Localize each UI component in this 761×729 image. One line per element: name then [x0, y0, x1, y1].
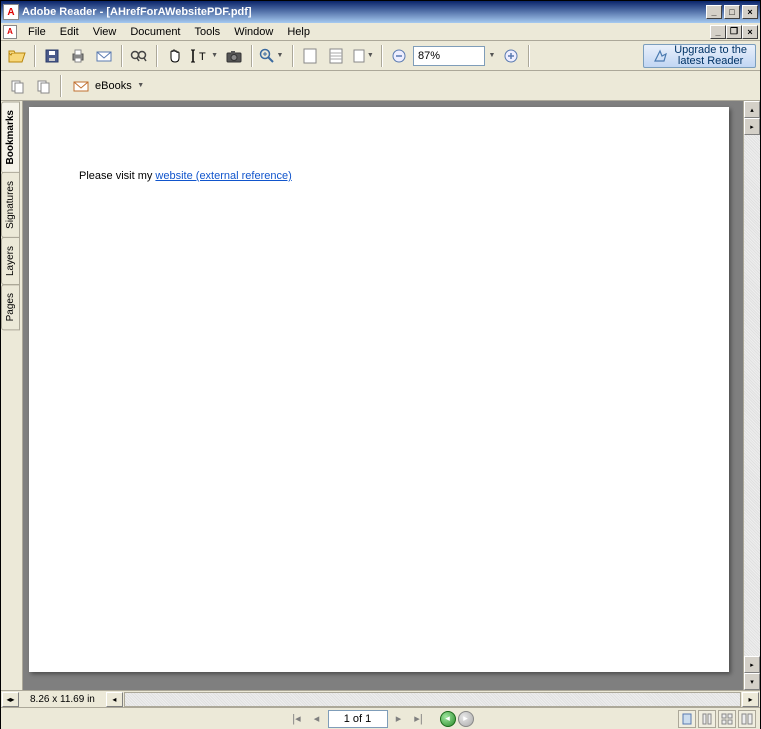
document-background[interactable]: Please visit my website (external refere… — [23, 101, 743, 690]
last-page-button[interactable]: ▸| — [410, 710, 428, 728]
open-button[interactable] — [5, 44, 29, 68]
window-titlebar: A Adobe Reader - [AHrefForAWebsitePDF.pd… — [1, 1, 760, 23]
scroll-pagedown-button[interactable]: ▸ — [744, 656, 760, 673]
email-button[interactable] — [92, 44, 116, 68]
window-controls: _ □ × — [706, 5, 758, 19]
navigation-panel-tabs: Bookmarks Signatures Layers Pages — [1, 101, 23, 690]
mdi-minimize-button[interactable]: _ — [710, 25, 726, 39]
zoom-input[interactable] — [413, 46, 485, 66]
menu-bar: A File Edit View Document Tools Window H… — [1, 23, 760, 41]
search-button[interactable] — [127, 44, 151, 68]
upgrade-text-2: latest Reader — [674, 56, 747, 67]
hand-tool-button[interactable] — [162, 44, 186, 68]
snapshot-tool-button[interactable] — [222, 44, 246, 68]
previous-view-button[interactable]: ◂ — [440, 711, 456, 727]
svg-text:T: T — [199, 51, 206, 63]
minimize-button[interactable]: _ — [706, 5, 722, 19]
menu-help[interactable]: Help — [280, 24, 317, 40]
page-number-input[interactable] — [328, 710, 388, 728]
ebooks-label: eBooks — [95, 80, 132, 92]
page-hyperlink[interactable]: website (external reference) — [155, 170, 291, 182]
zoom-out-button[interactable] — [387, 44, 411, 68]
facing-view-button[interactable] — [718, 710, 736, 728]
tab-bookmarks[interactable]: Bookmarks — [1, 101, 20, 173]
main-area: Bookmarks Signatures Layers Pages Please… — [1, 101, 760, 690]
page-layout-buttons — [678, 710, 756, 728]
document-pane: Please visit my website (external refere… — [23, 101, 760, 690]
save-button[interactable] — [40, 44, 64, 68]
zoom-in-circle-button[interactable] — [499, 44, 523, 68]
continuous-facing-view-button[interactable] — [738, 710, 756, 728]
ebooks-icon — [73, 79, 91, 93]
mdi-restore-button[interactable]: ❐ — [726, 25, 742, 39]
upgrade-text-1: Upgrade to the — [674, 45, 747, 56]
maximize-button[interactable]: □ — [724, 5, 740, 19]
continuous-view-button[interactable] — [698, 710, 716, 728]
tab-layers[interactable]: Layers — [1, 237, 20, 285]
navigation-bar: |◂ ◂ ▸ ▸| ◂ ▸ — [1, 707, 760, 729]
menu-tools[interactable]: Tools — [188, 24, 228, 40]
hscroll-right-arrow[interactable]: ▸ — [742, 692, 759, 707]
close-button[interactable]: × — [742, 5, 758, 19]
select-text-tool-button[interactable]: T ▼ — [188, 44, 220, 68]
clipboard-button-2[interactable] — [31, 74, 55, 98]
fit-width-button[interactable] — [324, 44, 348, 68]
tab-signatures[interactable]: Signatures — [1, 172, 20, 238]
status-bar: ◂▸ 8.26 x 11.69 in ◂ ▸ — [1, 690, 760, 707]
ebooks-button[interactable]: eBooks ▼ — [66, 75, 153, 97]
scroll-track[interactable] — [744, 135, 760, 656]
scroll-pageup-button[interactable]: ▸ — [744, 118, 760, 135]
page-content: Please visit my website (external refere… — [79, 167, 679, 182]
secondary-toolbar: eBooks ▼ — [1, 71, 760, 101]
zoom-in-button[interactable]: ▼ — [257, 44, 287, 68]
upgrade-icon — [652, 48, 668, 64]
zoom-dropdown[interactable]: ▼ — [487, 52, 497, 59]
menu-edit[interactable]: Edit — [53, 24, 86, 40]
first-page-button[interactable]: |◂ — [288, 710, 306, 728]
menu-file[interactable]: File — [21, 24, 53, 40]
horizontal-scroll-track[interactable] — [124, 692, 741, 707]
pdf-page: Please visit my website (external refere… — [29, 107, 729, 672]
scroll-down-button[interactable]: ▾ — [744, 673, 760, 690]
menu-window[interactable]: Window — [227, 24, 280, 40]
menu-view[interactable]: View — [86, 24, 124, 40]
mdi-close-button[interactable]: × — [742, 25, 758, 39]
print-button[interactable] — [66, 44, 90, 68]
vertical-scrollbar[interactable]: ▴ ▸ ▸ ▾ — [743, 101, 760, 690]
hscroll-left-arrow[interactable]: ◂ — [106, 692, 123, 707]
document-icon: A — [3, 25, 17, 39]
single-page-view-button[interactable] — [678, 710, 696, 728]
app-icon: A — [3, 4, 19, 20]
window-title: Adobe Reader - [AHrefForAWebsitePDF.pdf] — [22, 6, 706, 18]
main-toolbar: T ▼ ▼ ▼ ▼ Upgrade to thelatest Reader — [1, 41, 760, 71]
previous-page-button[interactable]: ◂ — [308, 710, 326, 728]
scroll-up-button[interactable]: ▴ — [744, 101, 760, 118]
hscroll-left-button[interactable]: ◂▸ — [2, 692, 19, 707]
upgrade-button[interactable]: Upgrade to thelatest Reader — [643, 44, 756, 68]
page-text-prefix: Please visit my — [79, 170, 155, 182]
rotate-view-button[interactable]: ▼ — [350, 44, 376, 68]
next-view-button[interactable]: ▸ — [458, 711, 474, 727]
tab-pages[interactable]: Pages — [1, 284, 20, 330]
page-dimensions: 8.26 x 11.69 in — [20, 694, 105, 705]
menu-document[interactable]: Document — [123, 24, 187, 40]
next-page-button[interactable]: ▸ — [390, 710, 408, 728]
fit-page-button[interactable] — [298, 44, 322, 68]
clipboard-button-1[interactable] — [5, 74, 29, 98]
